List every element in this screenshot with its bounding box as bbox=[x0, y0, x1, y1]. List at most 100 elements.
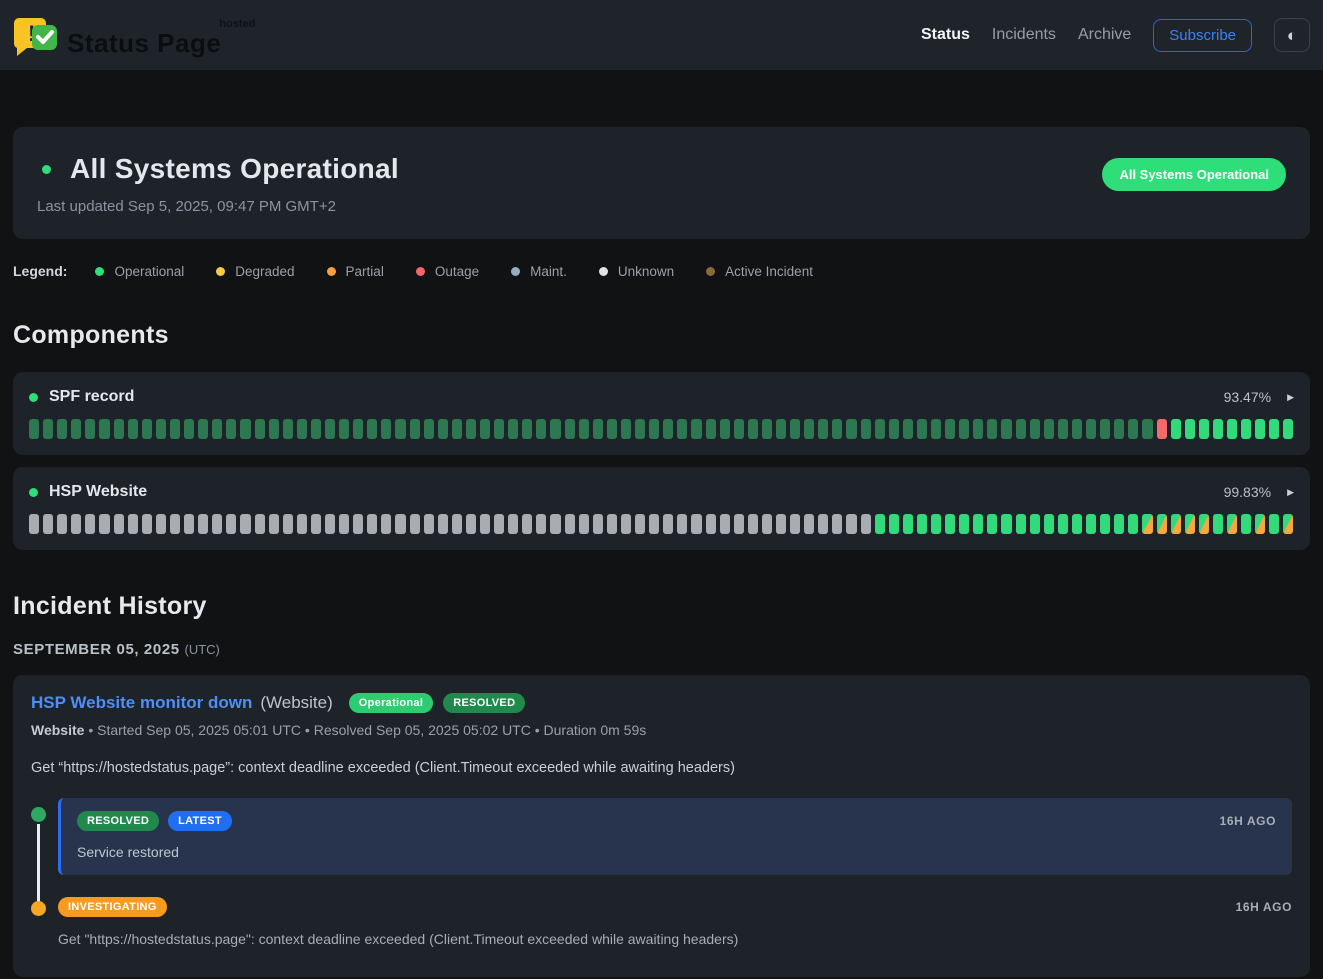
nav-status[interactable]: Status bbox=[921, 26, 970, 44]
uptime-bar-na bbox=[43, 514, 53, 534]
legend-item-label: Operational bbox=[114, 264, 184, 279]
uptime-bar-na bbox=[579, 514, 589, 534]
uptime-bar-na bbox=[720, 514, 730, 534]
uptime-bar-dim bbox=[818, 419, 828, 439]
uptime-bar-na bbox=[57, 514, 67, 534]
uptime-bar-na bbox=[311, 514, 321, 534]
legend-item-label: Outage bbox=[435, 264, 479, 279]
overall-status-dot bbox=[42, 165, 51, 174]
incident-meta-details: • Started Sep 05, 2025 05:01 UTC • Resol… bbox=[84, 722, 646, 738]
uptime-bar-na bbox=[255, 514, 265, 534]
uptime-bar-op bbox=[1001, 514, 1011, 534]
uptime-bar-dim bbox=[71, 419, 81, 439]
badge-investigating: INVESTIGATING bbox=[58, 897, 167, 917]
uptime-bar-op bbox=[1241, 514, 1251, 534]
uptime-bar-dim bbox=[1086, 419, 1096, 439]
legend-item: Maint. bbox=[511, 264, 567, 279]
uptime-bar-na bbox=[565, 514, 575, 534]
uptime-bar-dim bbox=[367, 419, 377, 439]
legend-status-dot bbox=[599, 267, 608, 276]
uptime-bar-op bbox=[1030, 514, 1040, 534]
component-status-dot bbox=[29, 488, 38, 497]
legend-status-dot bbox=[511, 267, 520, 276]
uptime-bar-dim bbox=[1058, 419, 1068, 439]
badge-operational: Operational bbox=[349, 693, 433, 713]
uptime-bar-op bbox=[1255, 419, 1265, 439]
uptime-bar-na bbox=[790, 514, 800, 534]
uptime-bar-op bbox=[889, 514, 899, 534]
uptime-bar-op bbox=[1016, 514, 1026, 534]
uptime-bar-op bbox=[1199, 419, 1209, 439]
components-list: SPF record93.47%▶HSP Website99.83%▶ bbox=[13, 372, 1310, 550]
uptime-bar-na bbox=[269, 514, 279, 534]
uptime-bar-na bbox=[677, 514, 687, 534]
uptime-bar-dim bbox=[29, 419, 39, 439]
uptime-bar-op bbox=[959, 514, 969, 534]
uptime-bar-dim bbox=[297, 419, 307, 439]
timeline-connector-line bbox=[37, 824, 40, 905]
uptime-bar-na bbox=[198, 514, 208, 534]
uptime-bar-na bbox=[522, 514, 532, 534]
legend-item: Degraded bbox=[216, 264, 294, 279]
timeline-entry: INVESTIGATING16H AGOGet "https://hosteds… bbox=[31, 897, 1292, 947]
uptime-bar-op bbox=[1128, 514, 1138, 534]
timeline-timestamp: 16H AGO bbox=[1236, 900, 1292, 914]
uptime-bar-na bbox=[283, 514, 293, 534]
legend-item-label: Maint. bbox=[530, 264, 567, 279]
uptime-bar-dim bbox=[804, 419, 814, 439]
uptime-bar-na bbox=[367, 514, 377, 534]
timeline-marker-dot bbox=[31, 901, 46, 916]
uptime-bar-op bbox=[1058, 514, 1068, 534]
uptime-bar-na bbox=[452, 514, 462, 534]
uptime-bar-mix bbox=[1283, 514, 1293, 534]
component-status-dot bbox=[29, 393, 38, 402]
nav-archive[interactable]: Archive bbox=[1078, 26, 1131, 44]
expand-icon[interactable]: ▶ bbox=[1287, 392, 1294, 403]
incident-meta-component: Website bbox=[31, 722, 84, 738]
uptime-bar-dim bbox=[762, 419, 772, 439]
uptime-bar-na bbox=[635, 514, 645, 534]
component-name: SPF record bbox=[49, 388, 134, 406]
uptime-bar-op bbox=[1241, 419, 1251, 439]
legend-label: Legend: bbox=[13, 263, 67, 279]
theme-toggle-button[interactable]: ◐ bbox=[1274, 18, 1310, 52]
subscribe-button[interactable]: Subscribe bbox=[1153, 19, 1252, 52]
uptime-percent: 93.47% bbox=[1224, 389, 1271, 405]
nav-incidents[interactable]: Incidents bbox=[992, 26, 1056, 44]
uptime-bar-na bbox=[818, 514, 828, 534]
brand-logo[interactable]: ! Status Page hosted bbox=[13, 12, 227, 58]
uptime-bar-dim bbox=[1142, 419, 1152, 439]
uptime-bar-dim bbox=[381, 419, 391, 439]
uptime-bar-dim bbox=[790, 419, 800, 439]
uptime-bar-na bbox=[353, 514, 363, 534]
legend-item: Unknown bbox=[599, 264, 674, 279]
uptime-bar-na bbox=[297, 514, 307, 534]
component-card[interactable]: SPF record 93.47% ▶ bbox=[13, 372, 1310, 455]
incident-title-link[interactable]: HSP Website monitor down bbox=[31, 693, 252, 713]
expand-icon[interactable]: ▶ bbox=[1287, 487, 1294, 498]
uptime-bar-mix bbox=[1142, 514, 1152, 534]
legend-item-label: Active Incident bbox=[725, 264, 813, 279]
uptime-bar-na bbox=[861, 514, 871, 534]
component-header: SPF record 93.47% ▶ bbox=[29, 388, 1294, 406]
uptime-bar-dim bbox=[226, 419, 236, 439]
incident-date-heading: SEPTEMBER 05, 2025 (UTC) bbox=[13, 641, 1310, 658]
legend-item: Active Incident bbox=[706, 264, 813, 279]
uptime-bar-na bbox=[846, 514, 856, 534]
legend-status-dot bbox=[706, 267, 715, 276]
uptime-bar-na bbox=[212, 514, 222, 534]
uptime-bar-dim bbox=[522, 419, 532, 439]
uptime-bar-dim bbox=[903, 419, 913, 439]
uptime-bar-dim bbox=[832, 419, 842, 439]
uptime-bar-dim bbox=[212, 419, 222, 439]
badge-resolved: RESOLVED bbox=[77, 811, 159, 831]
incident-card: HSP Website monitor down (Website) Opera… bbox=[13, 675, 1310, 977]
uptime-bar-na bbox=[832, 514, 842, 534]
uptime-bar-na bbox=[804, 514, 814, 534]
incident-date: SEPTEMBER 05, 2025 bbox=[13, 641, 180, 658]
uptime-percent: 99.83% bbox=[1224, 484, 1271, 500]
uptime-bar-dim bbox=[1030, 419, 1040, 439]
uptime-bar-dim bbox=[720, 419, 730, 439]
uptime-bar-dim bbox=[438, 419, 448, 439]
component-card[interactable]: HSP Website99.83%▶ bbox=[13, 467, 1310, 550]
